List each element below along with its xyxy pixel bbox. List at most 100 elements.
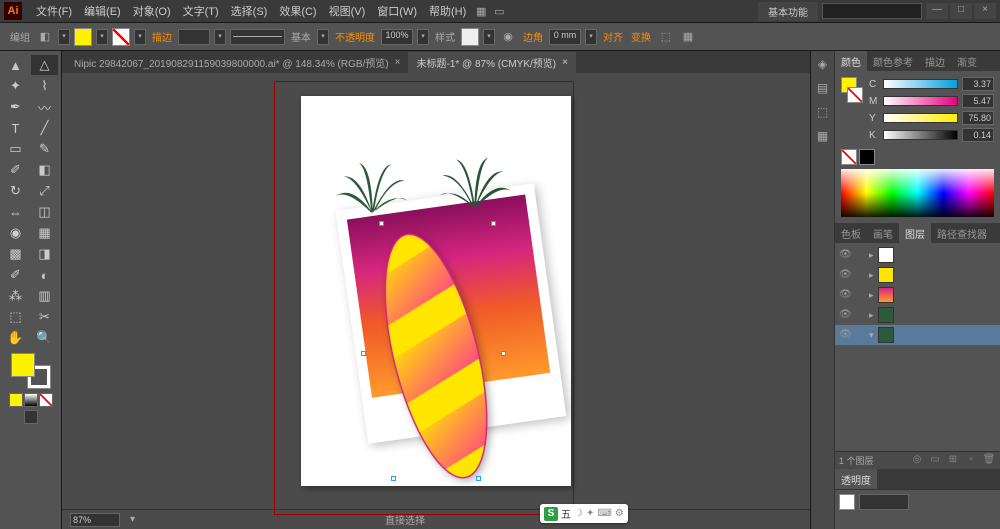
cyan-slider[interactable]	[883, 79, 958, 89]
visibility-icon[interactable]: 👁	[839, 269, 851, 281]
blend-mode[interactable]	[859, 494, 909, 510]
transform-label[interactable]: 变换	[631, 29, 651, 44]
pathfinder-tab[interactable]: 路径查找器	[931, 223, 993, 244]
menu-select[interactable]: 选择(S)	[225, 0, 274, 22]
blend-thumb[interactable]	[839, 494, 855, 510]
shaper-tool[interactable]: ✐	[2, 160, 29, 180]
layer-thumb[interactable]	[878, 247, 894, 263]
tab-close-icon[interactable]: ×	[395, 57, 401, 68]
menu-effect[interactable]: 效果(C)	[273, 0, 322, 22]
layer-thumb[interactable]	[878, 287, 894, 303]
none-swatch[interactable]	[841, 149, 857, 165]
palm-leaf-right[interactable]	[436, 151, 516, 216]
free-transform-tool[interactable]: ◫	[31, 202, 58, 222]
brushes-tab[interactable]: 画笔	[867, 223, 899, 244]
new-sublayer-icon[interactable]: ⊞	[946, 454, 960, 468]
symbol-sprayer-tool[interactable]: ⁂	[2, 286, 29, 306]
corner-dropdown[interactable]: ▾	[585, 29, 597, 45]
lasso-tool[interactable]: ⌇	[31, 76, 58, 96]
layer-thumb[interactable]	[878, 307, 894, 323]
magenta-slider[interactable]	[883, 96, 958, 106]
rectangle-tool[interactable]: ▭	[2, 139, 29, 159]
shape-builder-tool[interactable]: ◉	[2, 223, 29, 243]
mask-icon[interactable]: ▭	[928, 454, 942, 468]
fill-stroke-indicator[interactable]	[11, 353, 51, 389]
visibility-icon[interactable]: 👁	[839, 309, 851, 321]
zoom-dropdown-icon[interactable]: ▾	[130, 514, 135, 525]
color-spectrum[interactable]	[841, 169, 994, 217]
blend-tool[interactable]: ◐	[31, 265, 58, 285]
opacity-input[interactable]: 100%	[381, 29, 413, 45]
screen-mode-btn[interactable]	[24, 410, 38, 424]
line-tool[interactable]: ╱	[31, 118, 58, 138]
transparency-tab[interactable]: 透明度	[835, 469, 877, 490]
fill-swatch[interactable]	[74, 28, 92, 46]
magenta-value[interactable]: 5.47	[962, 94, 994, 108]
panel-icon[interactable]: ▤	[815, 81, 831, 97]
black-slider[interactable]	[883, 130, 958, 140]
menu-help[interactable]: 帮助(H)	[423, 0, 472, 22]
style-swatch[interactable]	[461, 28, 479, 46]
eraser-tool[interactable]: ◧	[31, 160, 58, 180]
artboard[interactable]	[301, 96, 571, 486]
expand-icon[interactable]: ▸	[869, 250, 874, 261]
stroke-profile[interactable]	[230, 29, 285, 45]
artboard-tool[interactable]: ⬚	[2, 307, 29, 327]
type-tool[interactable]: T	[2, 118, 29, 138]
cyan-value[interactable]: 3.37	[962, 77, 994, 91]
selection-handle[interactable]	[491, 221, 496, 226]
locate-icon[interactable]: ◎	[910, 454, 924, 468]
menu-window[interactable]: 窗口(W)	[371, 0, 423, 22]
workspace-switcher[interactable]: 基本功能	[758, 2, 818, 21]
ime-icon[interactable]: ⌨	[597, 508, 611, 519]
selection-handle[interactable]	[391, 476, 396, 481]
slice-tool[interactable]: ✂	[31, 307, 58, 327]
document-tab-2[interactable]: 未标题-1* @ 87% (CMYK/预览)×	[408, 52, 575, 73]
ime-icon[interactable]: ⚙	[615, 508, 624, 519]
align-dropdown[interactable]: ▾	[58, 29, 70, 45]
scale-tool[interactable]: ⤢	[31, 181, 58, 201]
pen-tool[interactable]: ✒	[2, 97, 29, 117]
expand-icon[interactable]: ▸	[869, 290, 874, 301]
close-button[interactable]: ×	[974, 3, 996, 19]
mask-icon[interactable]: ▦	[679, 28, 697, 46]
visibility-icon[interactable]: 👁	[839, 329, 851, 341]
stroke-dropdown[interactable]: ▾	[134, 29, 146, 45]
layers-tab[interactable]: 图层	[899, 223, 931, 244]
magic-wand-tool[interactable]: ✦	[2, 76, 29, 96]
color-mode-btn[interactable]	[9, 393, 23, 407]
align-icon[interactable]: ◧	[36, 28, 54, 46]
expand-icon[interactable]: ▾	[869, 330, 874, 341]
minimize-button[interactable]: —	[926, 3, 948, 19]
layer-thumb[interactable]	[878, 267, 894, 283]
expand-icon[interactable]: ▸	[869, 270, 874, 281]
panel-icon[interactable]: ⬚	[815, 105, 831, 121]
eyedropper-tool[interactable]: ✐	[2, 265, 29, 285]
gradient-mode-btn[interactable]	[24, 393, 38, 407]
delete-icon[interactable]: 🗑	[982, 454, 996, 468]
ime-icon[interactable]: ☽	[574, 508, 583, 519]
hand-tool[interactable]: ✋	[2, 328, 29, 348]
tab-close-icon[interactable]: ×	[562, 57, 568, 68]
paintbrush-tool[interactable]: ✎	[31, 139, 58, 159]
menu-text[interactable]: 文字(T)	[177, 0, 225, 22]
stroke-swatch[interactable]	[112, 28, 130, 46]
swatches-tab[interactable]: 色板	[835, 223, 867, 244]
menu-file[interactable]: 文件(F)	[30, 0, 78, 22]
ime-icon[interactable]: ✦	[586, 508, 594, 519]
stroke-wt-dropdown[interactable]: ▾	[214, 29, 226, 45]
selection-handle[interactable]	[361, 351, 366, 356]
layout-icon[interactable]: ▦	[472, 2, 490, 20]
visibility-icon[interactable]: 👁	[839, 249, 851, 261]
doc-icon[interactable]: ▭	[490, 2, 508, 20]
yellow-value[interactable]: 75.80	[962, 111, 994, 125]
direct-selection-tool[interactable]: △	[31, 55, 58, 75]
zoom-tool[interactable]: 🔍	[31, 328, 58, 348]
recolor-icon[interactable]: ◉	[499, 28, 517, 46]
maximize-button[interactable]: □	[950, 3, 972, 19]
search-input[interactable]	[822, 3, 922, 19]
gradient-tool[interactable]: ◨	[31, 244, 58, 264]
brush-dropdown[interactable]: ▾	[317, 29, 329, 45]
corner-input[interactable]: 0 mm	[549, 29, 581, 45]
color-guide-tab[interactable]: 颜色参考	[867, 51, 919, 72]
